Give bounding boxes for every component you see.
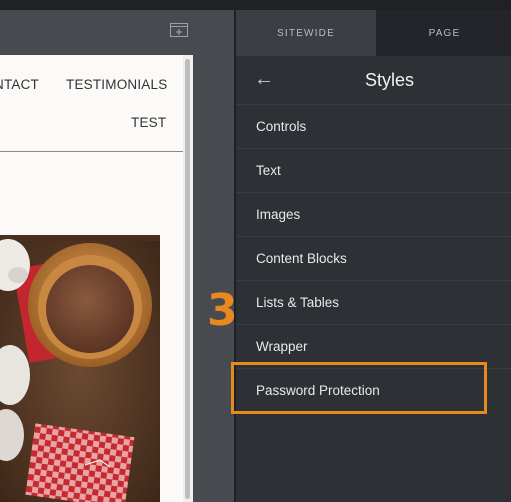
menu-item-images[interactable]: Images — [236, 192, 511, 236]
panel-header: ← Styles — [236, 56, 511, 104]
nav-divider — [0, 151, 183, 152]
scrollbar-thumb[interactable] — [185, 59, 190, 499]
menu-item-controls[interactable]: Controls — [236, 104, 511, 148]
tab-page[interactable]: PAGE — [376, 10, 511, 56]
tab-sitewide[interactable]: SITEWIDE — [236, 10, 376, 56]
nav-link-testimonials[interactable]: TESTIMONIALS — [66, 77, 167, 92]
preview-scrollbar[interactable] — [183, 55, 193, 502]
panel-title: Styles — [364, 70, 415, 90]
styles-panel: SITEWIDE PAGE ← Styles Controls Text Ima… — [234, 10, 511, 502]
nav-link-contact[interactable]: NTACT — [0, 77, 39, 92]
nav-link-test[interactable]: TEST — [131, 115, 166, 130]
menu-item-lists-tables[interactable]: Lists & Tables — [236, 280, 511, 324]
add-frame-icon[interactable] — [170, 23, 188, 37]
menu-item-text[interactable]: Text — [236, 148, 511, 192]
panel-tabs: SITEWIDE PAGE — [236, 10, 511, 56]
highlight-box-annotation — [231, 362, 487, 414]
menu-item-content-blocks[interactable]: Content Blocks — [236, 236, 511, 280]
hero-image — [0, 235, 160, 502]
step-number-annotation: 3 — [207, 285, 238, 336]
top-bar — [0, 0, 511, 10]
site-preview: NTACT TESTIMONIALS TEST — [0, 55, 184, 502]
